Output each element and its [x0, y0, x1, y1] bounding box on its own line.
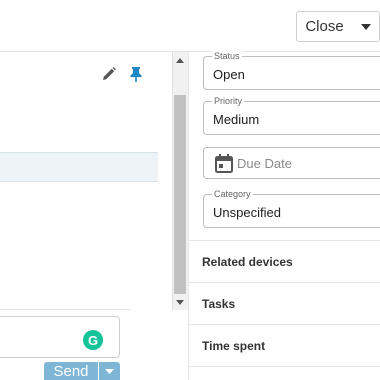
- scroll-up-arrow[interactable]: [172, 52, 188, 68]
- grammarly-icon[interactable]: G: [83, 330, 103, 350]
- due-date-field[interactable]: Due Date: [203, 147, 380, 179]
- pencil-icon[interactable]: [101, 66, 117, 82]
- selected-list-item[interactable]: [0, 152, 158, 182]
- section-label: Related devices: [202, 255, 293, 269]
- status-label: Status: [212, 50, 242, 62]
- priority-value: Medium: [213, 112, 260, 127]
- pin-icon[interactable]: [129, 66, 143, 82]
- priority-label: Priority: [212, 95, 245, 107]
- section-related-devices[interactable]: Related devices: [189, 240, 380, 282]
- chevron-down-icon: [105, 368, 114, 374]
- category-value: Unspecified: [213, 205, 281, 220]
- send-button[interactable]: Send: [44, 362, 98, 380]
- calendar-icon: [215, 154, 233, 173]
- section-time-spent[interactable]: Time spent: [189, 324, 380, 366]
- scrollbar-thumb[interactable]: [174, 95, 186, 294]
- divider: [0, 309, 130, 310]
- category-label: Category: [212, 188, 253, 200]
- status-field[interactable]: Status Open: [203, 50, 380, 90]
- section-label: Time spent: [202, 339, 266, 353]
- scroll-down-arrow[interactable]: [172, 294, 188, 310]
- section-label: Tasks: [202, 297, 236, 311]
- priority-field[interactable]: Priority Medium: [203, 95, 380, 135]
- section-tasks[interactable]: Tasks: [189, 282, 380, 324]
- close-button[interactable]: Close: [296, 11, 353, 42]
- status-value: Open: [213, 67, 245, 82]
- close-menu-button[interactable]: [352, 11, 380, 42]
- divider: [189, 366, 380, 367]
- category-field[interactable]: Category Unspecified: [203, 188, 380, 228]
- send-options-button[interactable]: [99, 362, 120, 380]
- due-date-placeholder: Due Date: [237, 156, 292, 171]
- chevron-down-icon: [360, 23, 371, 30]
